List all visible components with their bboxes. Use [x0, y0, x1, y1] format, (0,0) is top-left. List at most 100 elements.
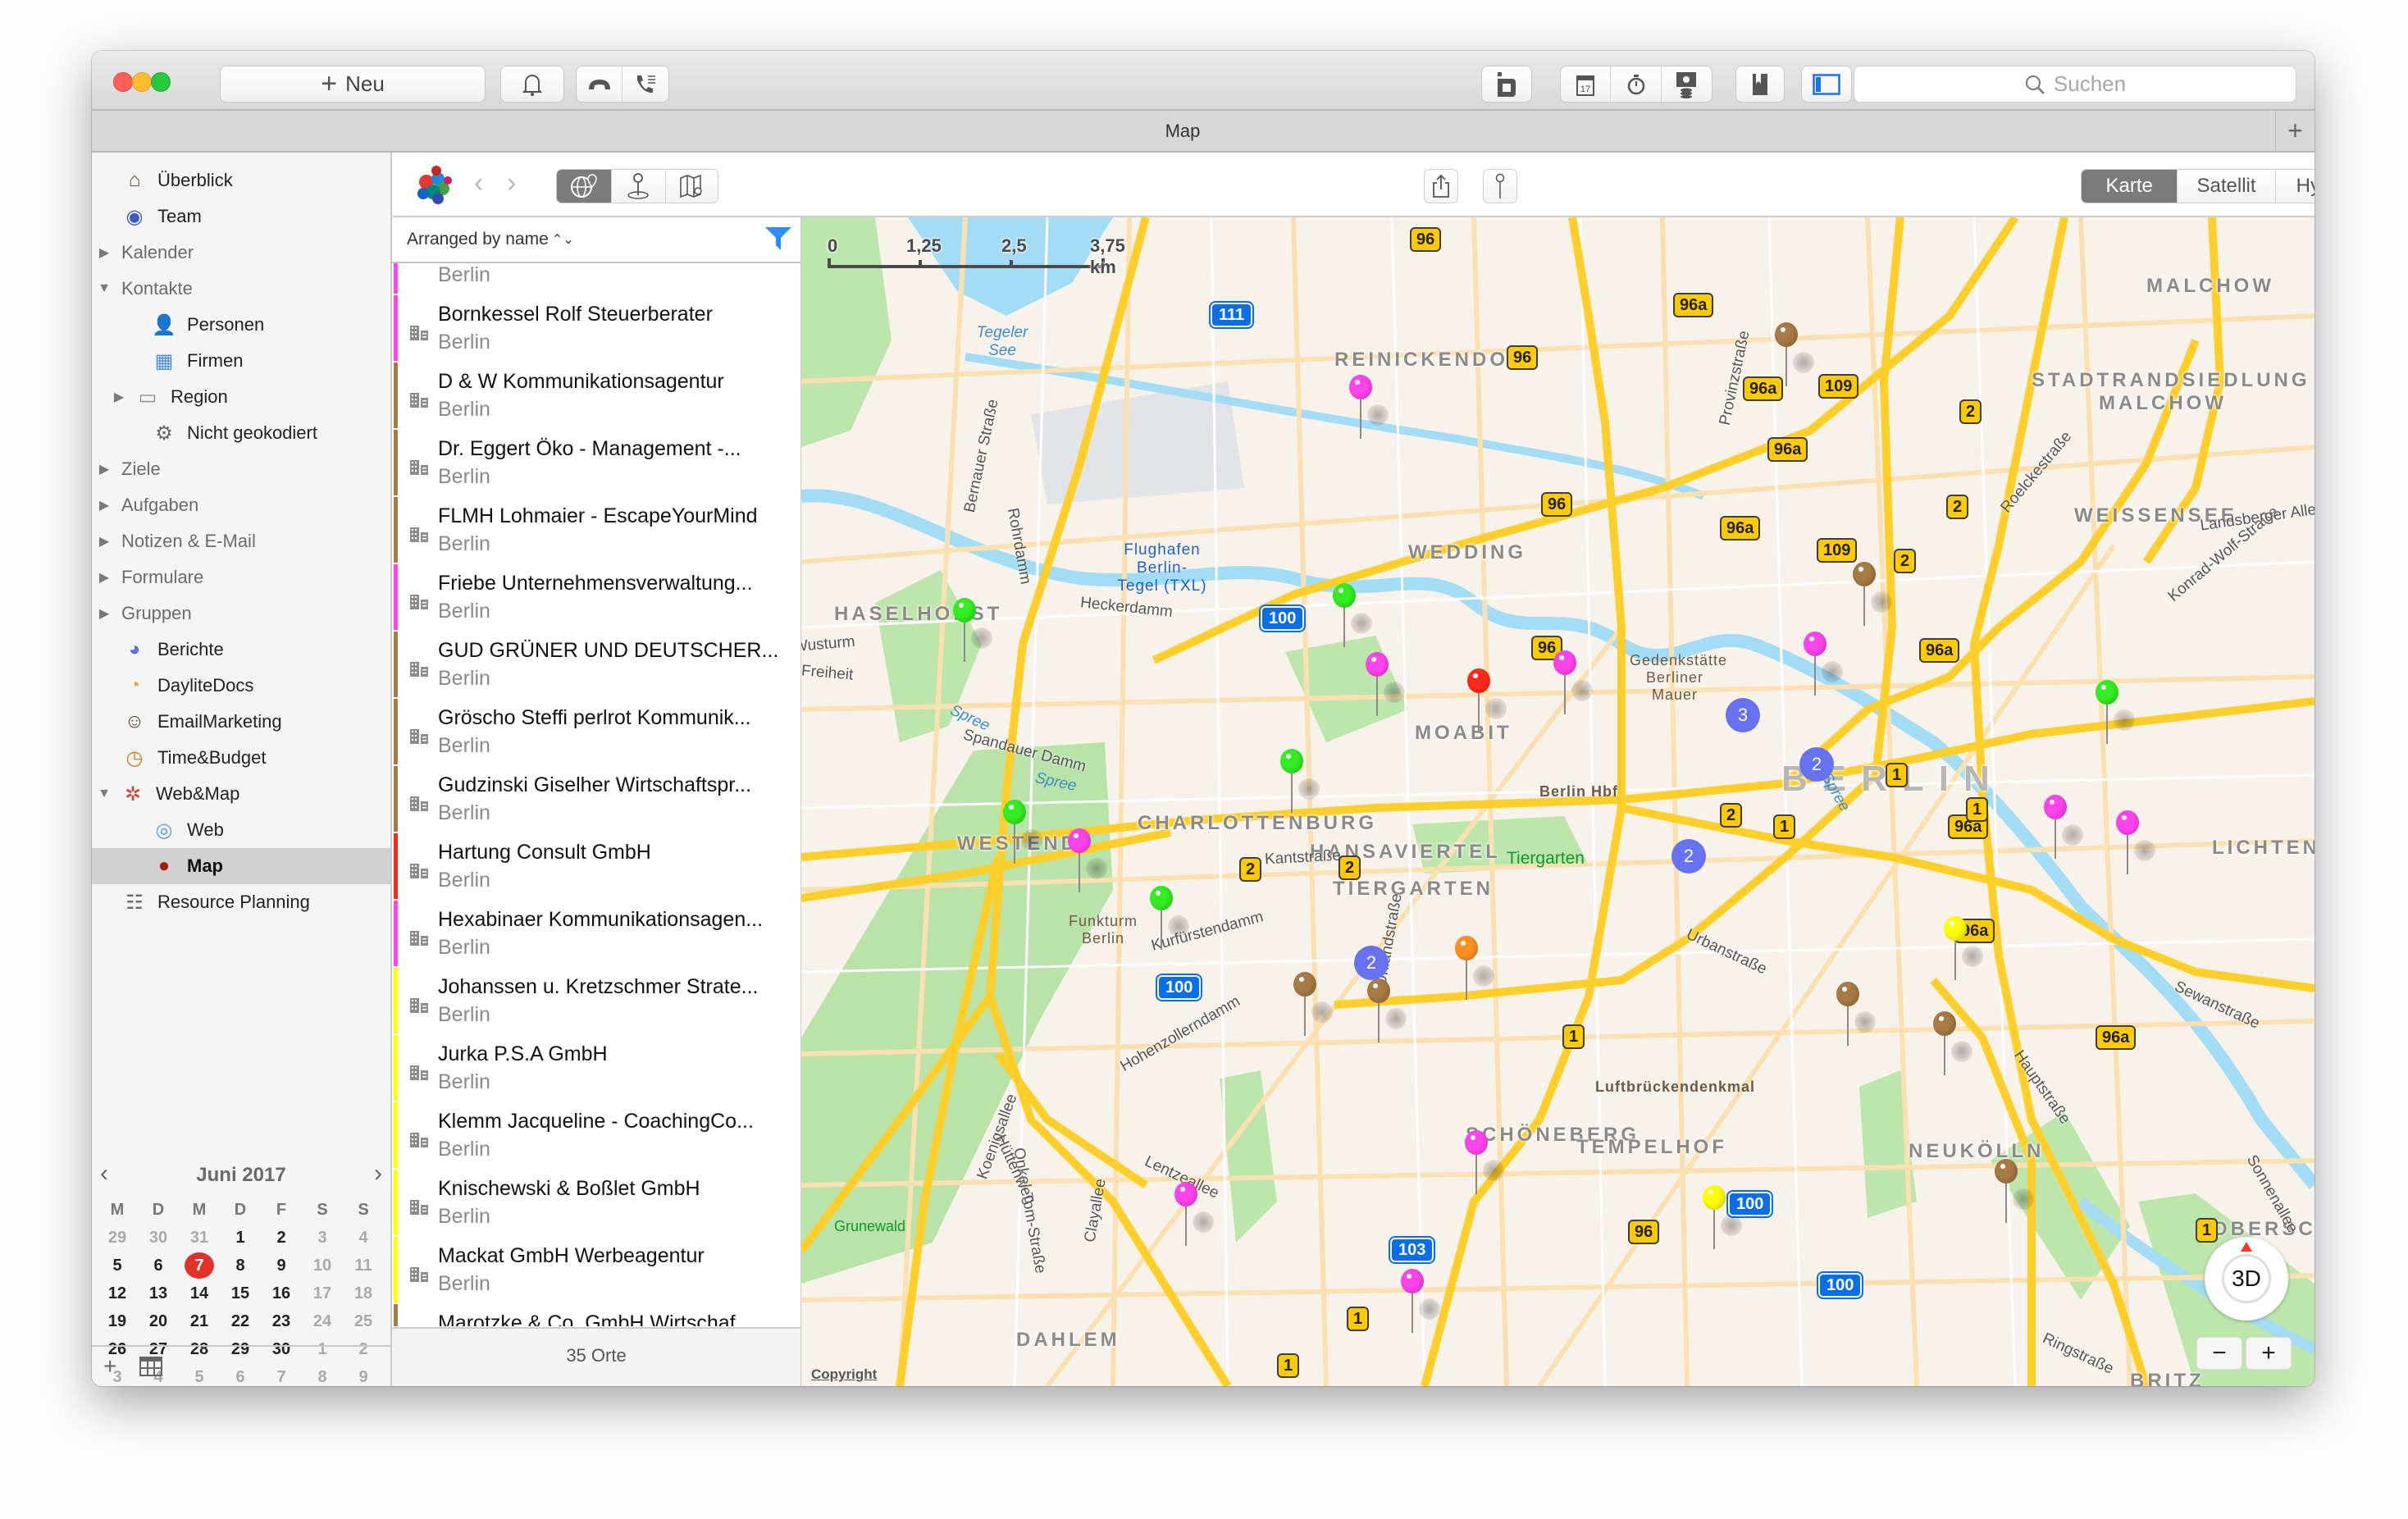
- 3d-toggle[interactable]: 3D: [2222, 1254, 2271, 1303]
- calendar-day[interactable]: 13: [138, 1280, 179, 1307]
- pin-cluster[interactable]: 3: [1726, 698, 1760, 732]
- list-item[interactable]: Gudzinski Giselher Wirtschaftspr... Berl…: [392, 765, 800, 832]
- back-button[interactable]: ‹: [474, 167, 483, 199]
- location-pin[interactable]: [1003, 800, 1042, 865]
- calendar-day[interactable]: 22: [220, 1307, 261, 1335]
- map-view[interactable]: 0 1,25 2,5 3,75 km Malchow Reinickendorf Stad…: [801, 217, 2315, 1386]
- location-pin[interactable]: [1401, 1269, 1440, 1334]
- list-item[interactable]: Gröscho Steffi perlrot Kommunik... Berli…: [392, 698, 800, 765]
- location-pin[interactable]: [1333, 583, 1372, 649]
- zoom-window-button[interactable]: [151, 72, 171, 92]
- calendar-day[interactable]: 4: [343, 1224, 384, 1252]
- calendar-day[interactable]: 1: [220, 1224, 261, 1252]
- sidebar-item-überblick[interactable]: ⌂ Überblick: [92, 162, 390, 198]
- list-item[interactable]: GUD GRÜNER UND DEUTSCHER... Berlin: [392, 631, 800, 698]
- disclosure-right-icon[interactable]: ▶: [93, 461, 115, 477]
- disclosure-right-icon[interactable]: ▶: [93, 605, 115, 622]
- hang-up-button[interactable]: [577, 66, 623, 102]
- location-pin[interactable]: [1775, 322, 1814, 388]
- compass-3d-button[interactable]: 3D: [2205, 1237, 2288, 1321]
- calendar-day[interactable]: 17: [302, 1280, 343, 1307]
- location-pin[interactable]: [1804, 632, 1843, 697]
- location-pin[interactable]: [1933, 1011, 1972, 1077]
- calendar-day[interactable]: 19: [97, 1307, 138, 1335]
- map-type-karte[interactable]: Karte: [2082, 170, 2178, 203]
- list-item[interactable]: Knischewski & Boßlet GmbH Berlin: [392, 1169, 800, 1236]
- sidebar-item-web[interactable]: ◎ Web: [92, 812, 390, 848]
- search-field[interactable]: Suchen: [1854, 66, 2296, 103]
- billing-button[interactable]: [1662, 66, 1712, 102]
- location-pin[interactable]: [1853, 562, 1892, 627]
- list-item[interactable]: FLMH Lohmaier - EscapeYourMind Berlin: [392, 496, 800, 563]
- map-type-hybrid[interactable]: Hybrid: [2276, 170, 2315, 203]
- calendar-day[interactable]: 6: [138, 1252, 179, 1280]
- tab-map[interactable]: Map: [92, 111, 2273, 151]
- calendar-day[interactable]: 25: [343, 1307, 384, 1335]
- sidebar-item-region[interactable]: ▶ ▭ Region: [92, 379, 390, 415]
- location-pin[interactable]: [1465, 1130, 1504, 1196]
- disclosure-right-icon[interactable]: ▶: [93, 569, 115, 586]
- pin-cluster[interactable]: 2: [1671, 839, 1706, 874]
- location-pin[interactable]: [1944, 916, 1983, 982]
- daylite-button[interactable]: [1481, 66, 1532, 103]
- call-list-button[interactable]: [623, 66, 668, 102]
- location-pin[interactable]: [1280, 749, 1320, 814]
- list-item[interactable]: Hexabinaer Kommunikationsagen... Berlin: [392, 900, 800, 967]
- calendar-day-today[interactable]: 7: [179, 1252, 220, 1280]
- sidebar-item-daylitedocs[interactable]: ◔ DayliteDocs: [92, 668, 390, 704]
- disclosure-right-icon[interactable]: ▶: [108, 389, 130, 405]
- list-item[interactable]: Hartung Consult GmbH Berlin: [392, 832, 800, 900]
- location-pin[interactable]: [2116, 810, 2155, 876]
- calendar-day[interactable]: 14: [179, 1280, 220, 1307]
- map-type-satellit[interactable]: Satellit: [2178, 170, 2276, 203]
- forward-button[interactable]: ›: [507, 167, 516, 199]
- pin-cluster[interactable]: 2: [1799, 747, 1834, 782]
- zoom-out-button[interactable]: −: [2196, 1337, 2242, 1370]
- location-pin[interactable]: [1068, 828, 1107, 894]
- copyright-link[interactable]: Copyright: [811, 1366, 877, 1383]
- disclosure-down-icon[interactable]: ▼: [93, 787, 115, 801]
- calendar-day[interactable]: 24: [302, 1307, 343, 1335]
- calendar-day[interactable]: 20: [138, 1307, 179, 1335]
- pin-view-segment[interactable]: [612, 170, 666, 203]
- previous-month-button[interactable]: ‹: [100, 1160, 108, 1188]
- pin-cluster[interactable]: 2: [1354, 946, 1389, 980]
- drop-pin-button[interactable]: [1483, 169, 1517, 203]
- list-item[interactable]: Mackat GmbH Werbeagentur Berlin: [392, 1236, 800, 1303]
- sidebar-item-team[interactable]: ◉ Team: [92, 198, 390, 235]
- location-pin[interactable]: [1467, 668, 1507, 734]
- new-button[interactable]: + Neu: [220, 66, 486, 103]
- sidebar-item-emailmarketing[interactable]: ☺ EmailMarketing: [92, 704, 390, 740]
- add-item-button[interactable]: +: [103, 1353, 116, 1380]
- location-pin[interactable]: [1293, 972, 1333, 1038]
- sidebar-item-notizen-e-mail[interactable]: ▶ Notizen & E-Mail: [92, 523, 390, 559]
- sidebar-item-resource-planning[interactable]: ☷ Resource Planning: [92, 884, 390, 920]
- location-pin[interactable]: [1836, 982, 1876, 1047]
- list-item-partial[interactable]: Berlin: [392, 263, 800, 294]
- calendar-button[interactable]: 17: [1561, 66, 1612, 102]
- minimize-window-button[interactable]: [132, 72, 152, 92]
- calendar-day[interactable]: 23: [261, 1307, 302, 1335]
- sidebar-item-aufgaben[interactable]: ▶ Aufgaben: [92, 487, 390, 523]
- disclosure-right-icon[interactable]: ▶: [93, 533, 115, 550]
- sidebar-item-firmen[interactable]: ▦ Firmen: [92, 343, 390, 379]
- sort-chevron-icon[interactable]: ⌃⌄: [552, 231, 574, 248]
- add-tab-button[interactable]: +: [2275, 111, 2315, 151]
- location-pin[interactable]: [1174, 1182, 1214, 1248]
- location-pin[interactable]: [1367, 978, 1407, 1044]
- calendar-day[interactable]: 21: [179, 1307, 220, 1335]
- filter-icon[interactable]: [764, 226, 792, 252]
- calendar-day[interactable]: 5: [97, 1252, 138, 1280]
- location-pin[interactable]: [1995, 1159, 2034, 1225]
- sidebar-item-formulare[interactable]: ▶ Formulare: [92, 559, 390, 595]
- location-pin[interactable]: [1553, 650, 1593, 716]
- calendar-day[interactable]: 30: [138, 1224, 179, 1252]
- sidebar-item-time-budget[interactable]: ◷ Time&Budget: [92, 740, 390, 776]
- calendar-day[interactable]: 2: [261, 1224, 302, 1252]
- notifications-button[interactable]: [500, 66, 564, 103]
- sidebar-item-ziele[interactable]: ▶ Ziele: [92, 451, 390, 487]
- share-button[interactable]: [1424, 169, 1458, 203]
- disclosure-down-icon[interactable]: ▼: [93, 281, 115, 296]
- sidebar-item-personen[interactable]: 👤 Personen: [92, 307, 390, 343]
- sidebar-item-berichte[interactable]: ◕ Berichte: [92, 632, 390, 668]
